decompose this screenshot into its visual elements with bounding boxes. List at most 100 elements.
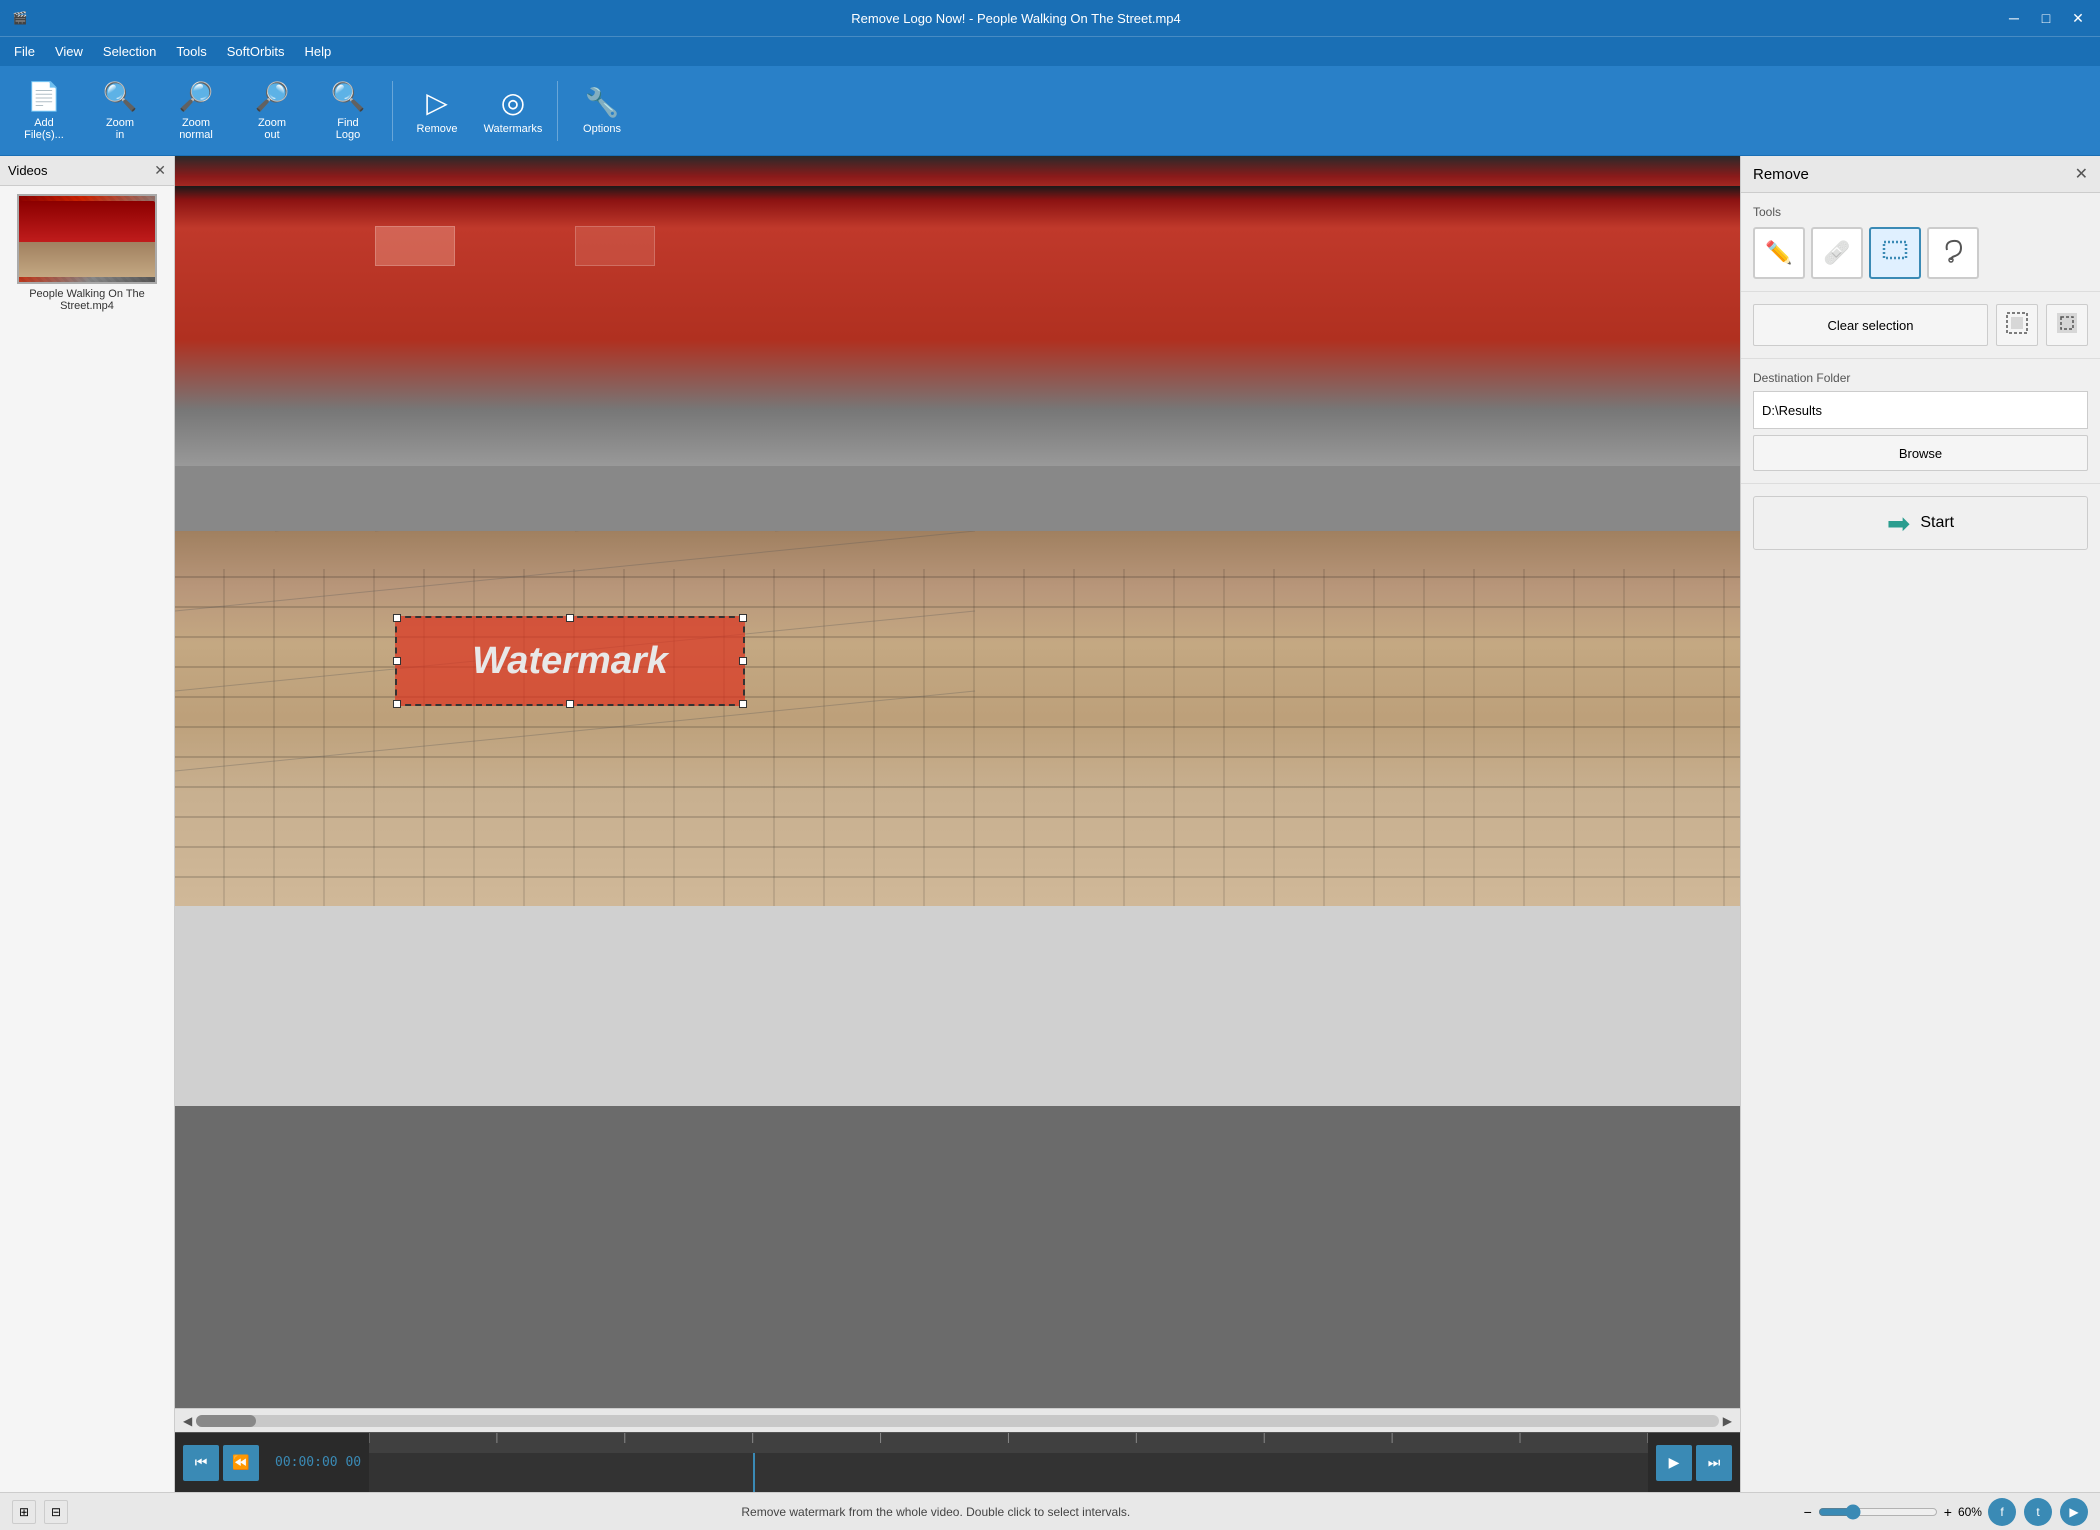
app-icon: 🎬	[8, 6, 32, 30]
scroll-left-button[interactable]: ◀	[179, 1412, 196, 1430]
browse-button[interactable]: Browse	[1753, 435, 2088, 471]
watermarks-button[interactable]: ◎ Watermarks	[477, 72, 549, 150]
remove-label: Remove	[417, 123, 458, 135]
start-arrow-icon: ➡	[1887, 507, 1910, 540]
destination-input[interactable]	[1753, 391, 2088, 429]
toolbar-separator-2	[557, 81, 558, 141]
eraser-icon: 🩹	[1823, 240, 1850, 266]
zoom-in-icon: 🔍	[103, 80, 138, 113]
lasso-tool-button[interactable]	[1927, 227, 1979, 279]
remove-button[interactable]: ▷ Remove	[401, 72, 473, 150]
panel-close-button[interactable]: ✕	[2075, 164, 2088, 184]
sidebar-header: Videos ✕	[0, 156, 174, 186]
tools-section: Tools ✏️ 🩹	[1741, 193, 2100, 292]
options-button[interactable]: 🔧 Options	[566, 72, 638, 150]
menubar: File View Selection Tools SoftOrbits Hel…	[0, 36, 2100, 66]
watermark-text: Watermark	[472, 640, 668, 683]
select-all-icon	[2005, 311, 2029, 340]
eraser-tool-button[interactable]: 🩹	[1811, 227, 1863, 279]
handle-bottom-left[interactable]	[393, 700, 401, 708]
youtube-icon[interactable]: ▶	[2060, 1498, 2088, 1526]
train-window-2	[575, 226, 655, 266]
timeline-end-controls: ▶ ⏭	[1648, 1445, 1740, 1481]
statusbar-btn-2[interactable]: ⊟	[44, 1500, 68, 1524]
video-thumbnail[interactable]	[17, 194, 157, 284]
select-all-button[interactable]	[1996, 304, 2038, 346]
center-area: Watermark ◀ ▶ ⏮ ⏪ 00:00:00 00	[175, 156, 1740, 1492]
zoom-normal-button[interactable]: 🔎 Zoom normal	[160, 72, 232, 150]
sidebar-close-button[interactable]: ✕	[154, 162, 166, 179]
find-logo-button[interactable]: 🔍 Find Logo	[312, 72, 384, 150]
handle-middle-left[interactable]	[393, 657, 401, 665]
timeline: ⏮ ⏪ 00:00:00 00	[175, 1432, 1740, 1492]
minimize-button[interactable]: ─	[2000, 4, 2028, 32]
panel-header: Remove ✕	[1741, 156, 2100, 193]
zoom-decrease-button[interactable]: −	[1804, 1504, 1812, 1520]
watermark-selection-box[interactable]: Watermark	[395, 616, 745, 706]
handle-middle-right[interactable]	[739, 657, 747, 665]
menu-file[interactable]: File	[4, 40, 45, 63]
menu-view[interactable]: View	[45, 40, 93, 63]
destination-label: Destination Folder	[1753, 371, 2088, 385]
options-icon: 🔧	[585, 86, 620, 119]
toolbar-separator-1	[392, 81, 393, 141]
maximize-button[interactable]: □	[2032, 4, 2060, 32]
start-button[interactable]: ➡ Start	[1753, 496, 2088, 550]
pencil-tool-button[interactable]: ✏️	[1753, 227, 1805, 279]
handle-top-right[interactable]	[739, 614, 747, 622]
timeline-controls: ⏮ ⏪	[175, 1445, 267, 1481]
find-logo-icon: 🔍	[331, 80, 366, 113]
menu-tools[interactable]: Tools	[166, 40, 216, 63]
remove-icon: ▷	[426, 86, 448, 119]
rewind-button[interactable]: ⏮	[183, 1445, 219, 1481]
zoom-increase-button[interactable]: +	[1944, 1504, 1952, 1520]
clear-selection-button[interactable]: Clear selection	[1753, 304, 1988, 346]
add-files-button[interactable]: 📄 Add File(s)...	[8, 72, 80, 150]
timeline-area[interactable]	[369, 1433, 1648, 1492]
start-label: Start	[1920, 514, 1954, 532]
zoom-label: 60%	[1958, 1505, 1982, 1519]
handle-bottom-middle[interactable]	[566, 700, 574, 708]
statusbar-btn-1[interactable]: ⊞	[12, 1500, 36, 1524]
handle-top-middle[interactable]	[566, 614, 574, 622]
main-body: Videos ✕ People Walking On The Street.mp…	[0, 156, 2100, 1492]
video-frame: Watermark	[175, 156, 1740, 906]
timeline-playhead[interactable]	[753, 1453, 755, 1492]
scrollbar-track[interactable]	[196, 1415, 1719, 1427]
canvas-empty-area	[175, 906, 1740, 1106]
prev-frame-button[interactable]: ⏪	[223, 1445, 259, 1481]
train-window-1	[375, 226, 455, 266]
handle-top-left[interactable]	[393, 614, 401, 622]
add-files-icon: 📄	[27, 80, 62, 113]
zoom-out-label: Zoom out	[258, 117, 286, 141]
scrollbar-thumb[interactable]	[196, 1415, 256, 1427]
rectangle-tool-button[interactable]	[1869, 227, 1921, 279]
find-logo-label: Find Logo	[336, 117, 360, 141]
zoom-out-button[interactable]: 🔍 Zoom out	[236, 72, 308, 150]
clear-selection-area: Clear selection	[1741, 292, 2100, 359]
fast-forward-button[interactable]: ⏭	[1696, 1445, 1732, 1481]
timeline-track[interactable]	[369, 1453, 1648, 1492]
twitter-icon[interactable]: t	[2024, 1498, 2052, 1526]
thumbnail-ground	[19, 242, 155, 277]
add-files-label: Add File(s)...	[24, 117, 64, 141]
facebook-icon[interactable]: f	[1988, 1498, 2016, 1526]
close-button[interactable]: ✕	[2064, 4, 2092, 32]
menu-help[interactable]: Help	[295, 40, 342, 63]
scroll-right-button[interactable]: ▶	[1719, 1412, 1736, 1430]
handle-bottom-right[interactable]	[739, 700, 747, 708]
play-button[interactable]: ▶	[1656, 1445, 1692, 1481]
select-invert-button[interactable]	[2046, 304, 2088, 346]
menu-softorbits[interactable]: SoftOrbits	[217, 40, 295, 63]
panel-title: Remove	[1753, 166, 1809, 183]
tools-row: ✏️ 🩹	[1753, 227, 2088, 279]
lasso-icon	[1939, 236, 1967, 270]
social-icons: f t ▶	[1988, 1498, 2088, 1526]
canvas-area[interactable]: Watermark	[175, 156, 1740, 1408]
ruler-ticks-svg	[369, 1433, 1648, 1453]
zoom-slider[interactable]	[1818, 1504, 1938, 1520]
zoom-in-button[interactable]: 🔍 Zoom in	[84, 72, 156, 150]
menu-selection[interactable]: Selection	[93, 40, 166, 63]
select-invert-icon	[2055, 311, 2079, 340]
thumbnail-name: People Walking On The Street.mp4	[8, 288, 166, 312]
